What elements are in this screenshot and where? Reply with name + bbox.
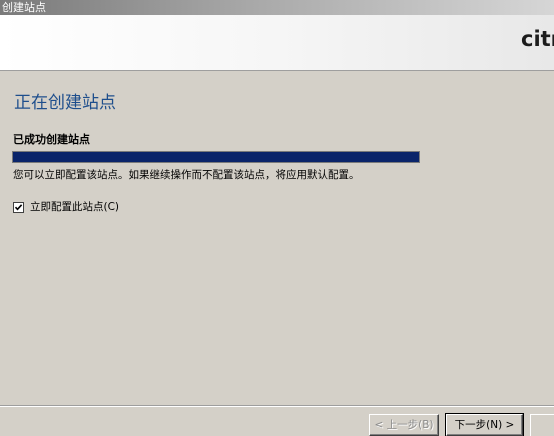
footer-divider	[0, 405, 554, 407]
status-label: 已成功创建站点	[13, 133, 90, 146]
wizard-banner	[0, 15, 554, 71]
citrix-logo: citr	[521, 27, 554, 51]
info-text: 您可以立即配置该站点。如果继续操作而不配置该站点，将应用默认配置。	[13, 169, 360, 181]
window-title: 创建站点	[2, 1, 46, 14]
back-button[interactable]: < 上一步(B)	[369, 414, 439, 436]
checkmark-icon	[14, 203, 23, 210]
cancel-button-edge[interactable]	[530, 414, 554, 436]
configure-now-option[interactable]: 立即配置此站点(C)	[13, 200, 119, 214]
next-button[interactable]: 下一步(N) >	[445, 413, 524, 436]
progress-bar	[12, 151, 420, 163]
window-title-bar[interactable]: 创建站点	[0, 0, 554, 15]
configure-now-checkbox[interactable]	[13, 201, 24, 213]
progress-bar-fill	[13, 152, 419, 162]
configure-now-label: 立即配置此站点(C)	[30, 200, 120, 213]
page-title: 正在创建站点	[14, 93, 116, 113]
